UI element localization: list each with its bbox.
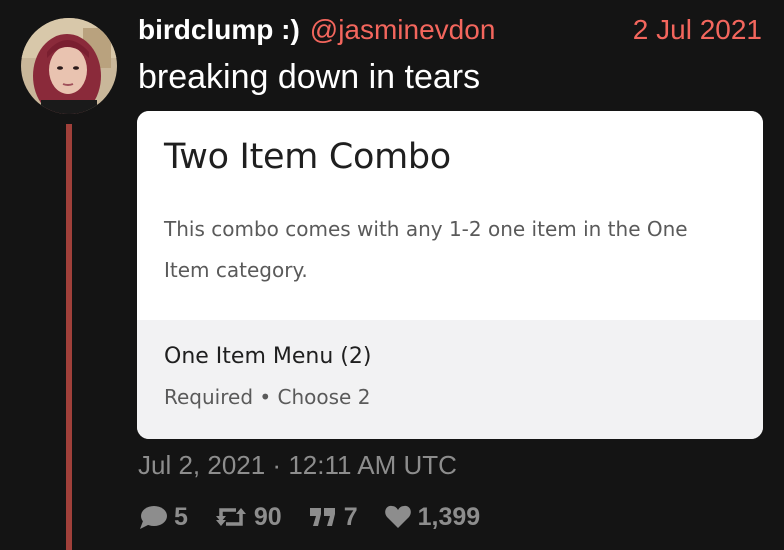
tweet-timestamp[interactable]: Jul 2, 2021 · 12:11 AM UTC bbox=[138, 450, 457, 481]
attached-image-card[interactable]: Two Item Combo This combo comes with any… bbox=[137, 111, 763, 439]
card-description: This combo comes with any 1-2 one item i… bbox=[164, 217, 688, 282]
replies-count: 5 bbox=[174, 502, 188, 531]
likes-stat[interactable]: 1,399 bbox=[384, 502, 481, 532]
tweet: birdclump :) @jasminevdon 2 Jul 2021 bre… bbox=[0, 0, 784, 550]
quotes-count: 7 bbox=[343, 502, 358, 531]
quotes-stat[interactable]: 7 bbox=[308, 503, 358, 532]
card-options-section: One Item Menu (2) Required • Choose 2 bbox=[137, 320, 763, 439]
card-title: Two Item Combo bbox=[164, 137, 451, 177]
tweet-date[interactable]: 2 Jul 2021 bbox=[633, 14, 762, 46]
heart-icon bbox=[384, 505, 411, 528]
quote-icon bbox=[309, 508, 335, 526]
avatar-image bbox=[21, 18, 117, 114]
retweet-icon bbox=[215, 508, 246, 526]
card-header-section: Two Item Combo This combo comes with any… bbox=[137, 111, 763, 320]
display-name[interactable]: birdclump :) bbox=[138, 14, 300, 46]
thread-line bbox=[66, 124, 72, 550]
retweets-stat[interactable]: 90 bbox=[214, 503, 282, 532]
avatar[interactable] bbox=[21, 18, 117, 114]
retweets-count: 90 bbox=[253, 502, 282, 531]
replies-stat[interactable]: 5 bbox=[138, 503, 188, 532]
tweet-text: breaking down in tears bbox=[138, 58, 481, 96]
user-handle[interactable]: @jasminevdon bbox=[310, 14, 496, 46]
section-subtitle: Required • Choose 2 bbox=[164, 385, 371, 409]
tweet-stats: 5 90 7 1,399 bbox=[138, 502, 506, 532]
tweet-header: birdclump :) @jasminevdon bbox=[138, 14, 495, 48]
likes-count: 1,399 bbox=[417, 502, 481, 531]
reply-bubble-icon bbox=[140, 506, 167, 529]
section-title: One Item Menu (2) bbox=[164, 344, 372, 369]
